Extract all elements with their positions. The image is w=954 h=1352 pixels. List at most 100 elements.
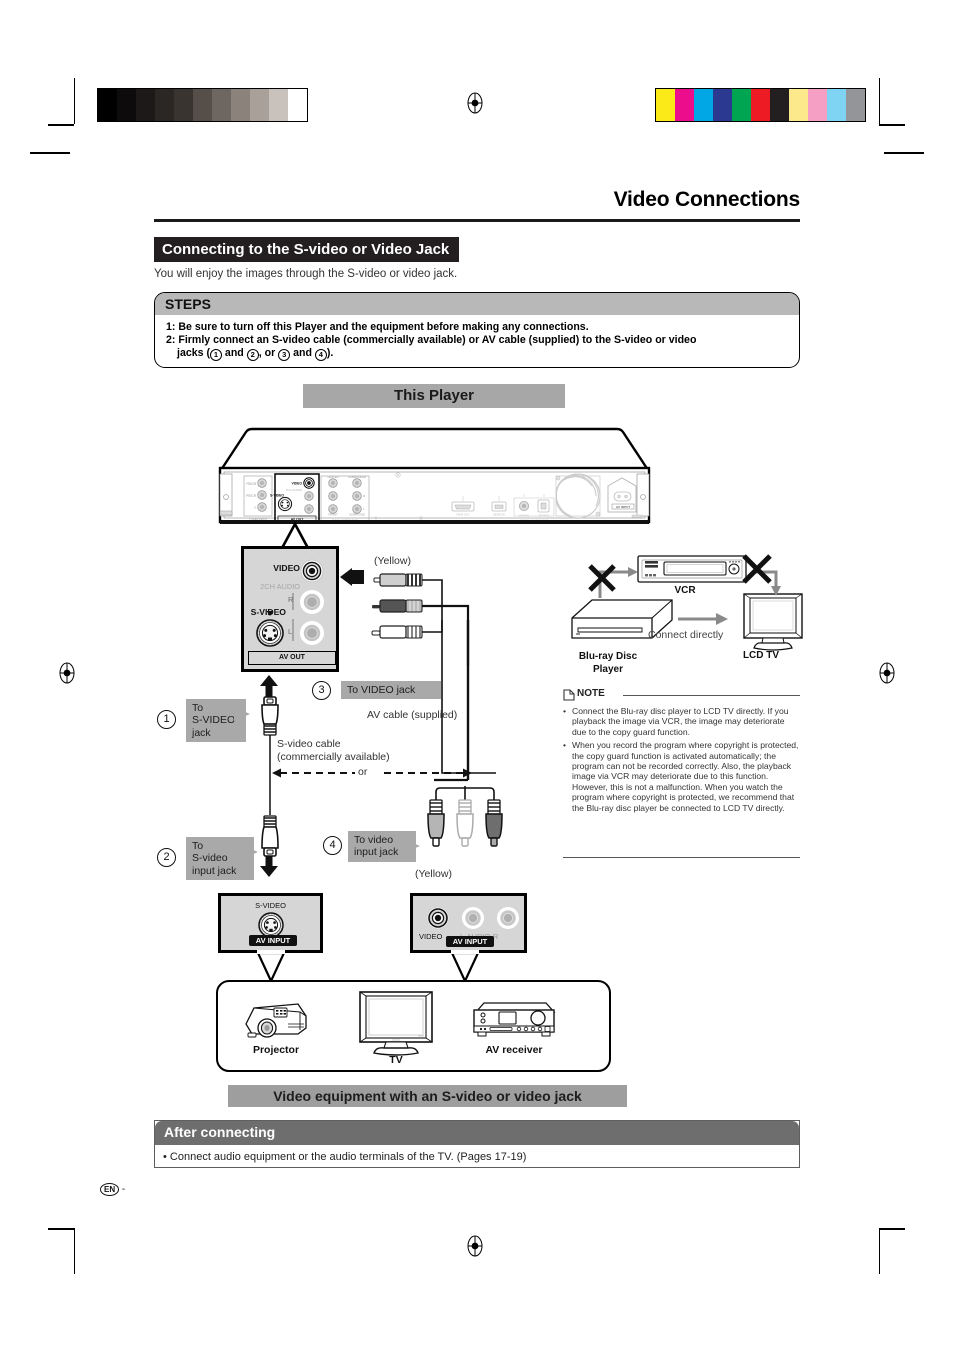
grayscale-calibration-bar bbox=[97, 88, 308, 122]
svg-text:PB/CB: PB/CB bbox=[246, 482, 256, 486]
registration-target-top bbox=[467, 92, 483, 114]
page-title: Video Connections bbox=[613, 188, 801, 211]
steps-header: STEPS bbox=[155, 293, 799, 315]
callout-4-pointer bbox=[404, 839, 420, 853]
av-input-rca-jacks bbox=[426, 906, 519, 930]
svg-text:HDMI OUT: HDMI OUT bbox=[456, 513, 470, 517]
note-list: Connect the Blu-ray disc player to LCD T… bbox=[563, 706, 800, 813]
copy-guard-diagram bbox=[571, 554, 803, 651]
svg-text:OPTICAL: OPTICAL bbox=[539, 515, 550, 518]
svg-text:AC INPUT: AC INPUT bbox=[616, 505, 630, 509]
crop-mark-horizontal-right2 bbox=[884, 152, 924, 154]
av-out-video-label: VIDEO bbox=[273, 563, 300, 573]
circled-number-4: 4 bbox=[314, 349, 327, 361]
grayscale-patch bbox=[288, 89, 307, 121]
note-page-icon bbox=[563, 689, 575, 701]
svg-text:LOGO: LOGO bbox=[634, 470, 642, 474]
color-patch bbox=[656, 89, 675, 121]
registration-target-bottom bbox=[467, 1235, 483, 1257]
step-2-suffix: ). bbox=[326, 347, 334, 359]
section-intro-text: You will enjoy the images through the S-… bbox=[154, 268, 458, 280]
grayscale-patch bbox=[269, 89, 288, 121]
note-heading-label: NOTE bbox=[577, 688, 605, 699]
step-2-and-2: and bbox=[290, 347, 315, 359]
grayscale-patch bbox=[136, 89, 155, 121]
grayscale-patch bbox=[98, 89, 117, 121]
av-input-video-caption: VIDEO bbox=[419, 932, 443, 941]
note-block: NOTE Connect the Blu-ray disc player to … bbox=[563, 688, 800, 858]
av-input-rca-tag: AV INPUT bbox=[446, 936, 494, 947]
color-patch bbox=[732, 89, 751, 121]
color-patch bbox=[713, 89, 732, 121]
av-out-panel: VIDEO 2CH AUDIO S-VIDEO R L AV OUT bbox=[241, 546, 339, 672]
color-calibration-bar bbox=[655, 88, 866, 122]
or-label: or bbox=[355, 766, 371, 779]
av-input-svideo-caption: S-VIDEO bbox=[255, 901, 286, 910]
svideo-cable-label-line1: S-video cable bbox=[277, 738, 341, 750]
grayscale-patch bbox=[193, 89, 212, 121]
svg-text:S-VIDEO: S-VIDEO bbox=[270, 494, 284, 498]
yellow-label-bottom: (Yellow) bbox=[415, 868, 452, 880]
svg-text:SURROUND: SURROUND bbox=[349, 513, 365, 517]
av-input-svideo-panel: S-VIDEO AV INPUT bbox=[218, 893, 323, 953]
svideo-cable-down-arrow bbox=[260, 855, 278, 877]
crop-mark-horizontal-right-bottom bbox=[879, 1228, 905, 1230]
svg-text:CENTER: CENTER bbox=[327, 475, 338, 479]
crop-mark-vertical-right bbox=[879, 78, 880, 124]
crop-mark-vertical-right-bottom bbox=[879, 1228, 880, 1274]
yellow-label-top: (Yellow) bbox=[374, 555, 411, 567]
grayscale-patch bbox=[212, 89, 231, 121]
av-cable-plugs-vertical bbox=[427, 786, 503, 847]
step-2-line2: jacks (1 and 2, or 3 and 4). bbox=[155, 347, 799, 361]
color-patch bbox=[827, 89, 846, 121]
video-equipment-box: Projector TV AV receiver bbox=[216, 980, 611, 1072]
callout-label-3: To VIDEO jack bbox=[341, 681, 441, 700]
svg-text:2CH AUDIO: 2CH AUDIO bbox=[286, 488, 303, 492]
connect-directly-label: Connect directly bbox=[648, 629, 724, 641]
callout-1-pointer bbox=[234, 707, 250, 721]
blu-ray-caption-line2: Player bbox=[592, 664, 624, 675]
section-heading-banner: Connecting to the S-video or Video Jack bbox=[154, 237, 460, 262]
or-double-arrow bbox=[272, 768, 472, 778]
note-item: When you record the program where copyri… bbox=[563, 740, 800, 813]
step-1: 1: Be sure to turn off this Player and t… bbox=[166, 321, 589, 333]
color-patch bbox=[770, 89, 789, 121]
step-2-and-1: and bbox=[221, 347, 247, 359]
svg-text:VIDEO: VIDEO bbox=[291, 482, 302, 486]
av-input-rca-panel: VIDEO L-AUDIO-R AV INPUT bbox=[410, 893, 527, 953]
this-player-banner: This Player bbox=[303, 384, 565, 408]
svg-text:SUBWOOFER: SUBWOOFER bbox=[348, 475, 366, 479]
av-out-l-label: L bbox=[288, 627, 293, 636]
grayscale-patch bbox=[117, 89, 136, 121]
step-2-jacks-prefix: jacks ( bbox=[177, 347, 210, 359]
projector-caption: Projector bbox=[252, 1044, 300, 1056]
callout-2-pointer bbox=[242, 845, 258, 859]
callout-badge-2: 2 bbox=[157, 848, 176, 867]
callout-badge-1: 1 bbox=[157, 710, 176, 729]
steps-box: STEPS 1: Be sure to turn off this Player… bbox=[154, 292, 800, 368]
color-patch bbox=[846, 89, 865, 121]
registration-target-left bbox=[59, 662, 75, 684]
grayscale-patch bbox=[250, 89, 269, 121]
note-header: NOTE bbox=[563, 688, 800, 702]
av-receiver-caption: AV receiver bbox=[485, 1044, 543, 1056]
grayscale-patch bbox=[231, 89, 250, 121]
vcr-caption: VCR bbox=[674, 585, 696, 596]
svg-text:PR/CR: PR/CR bbox=[246, 494, 257, 498]
grayscale-patch bbox=[155, 89, 174, 121]
after-connecting-header: After connecting bbox=[155, 1121, 799, 1145]
callout-badge-3: 3 bbox=[312, 681, 331, 700]
circled-number-2: 2 bbox=[246, 349, 259, 361]
after-connecting-body: • Connect audio equipment or the audio t… bbox=[163, 1151, 527, 1163]
av-input-svideo-leader bbox=[256, 950, 286, 984]
svg-text:SERVICE: SERVICE bbox=[493, 513, 505, 517]
color-patch bbox=[675, 89, 694, 121]
registration-target-right bbox=[879, 662, 895, 684]
circled-number-1: 1 bbox=[209, 349, 222, 361]
language-mark: EN bbox=[100, 1183, 120, 1196]
tv-illustration bbox=[359, 991, 433, 1056]
av-out-r-label: R bbox=[288, 595, 294, 604]
video-equipment-banner: Video equipment with an S-video or video… bbox=[228, 1085, 627, 1107]
callout-badge-4: 4 bbox=[323, 836, 342, 855]
step-2-or: , or bbox=[258, 347, 279, 359]
